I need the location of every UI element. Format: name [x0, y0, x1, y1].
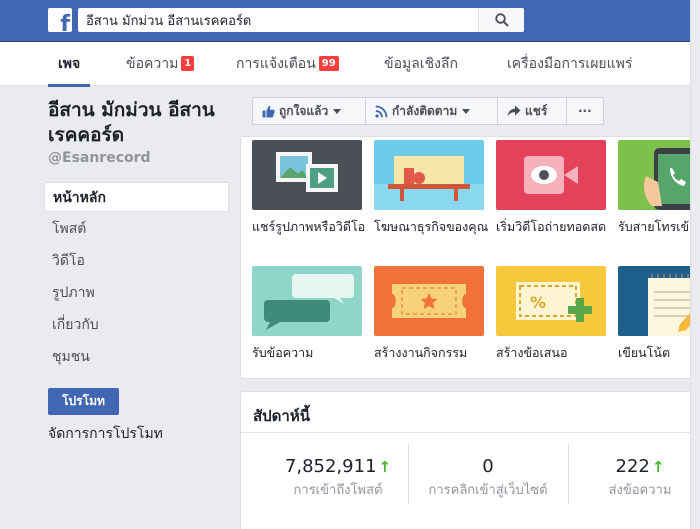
stat-label: การเข้าถึงโพสต์	[293, 483, 383, 498]
search-icon	[495, 13, 509, 27]
tab-notifications[interactable]: การแจ้งเตือน 99	[236, 42, 339, 86]
tab-label: เพจ	[58, 56, 81, 72]
manage-promotions-link[interactable]: จัดการการโปรโมท	[48, 423, 163, 445]
tab-label: เครื่องมือการเผยแพร่	[507, 56, 633, 72]
svg-text:%: %	[530, 293, 546, 312]
page-handle[interactable]: @Esanrecord	[48, 150, 151, 166]
tab-label: ข้อความ	[126, 56, 179, 72]
create-actions-panel: แชร์รูปภาพหรือวิดีโอ โฆษณาธุรกิจของคุณ เ…	[240, 136, 700, 379]
chevron-down-icon	[333, 108, 342, 114]
search-button[interactable]	[478, 8, 524, 32]
tile-label: สร้างข้อเสนอ	[496, 345, 568, 360]
top-bar: f	[0, 0, 700, 42]
following-label: กำลังติดตาม	[392, 103, 458, 118]
rss-follow-icon	[375, 105, 388, 118]
thumbs-up-icon	[262, 105, 275, 117]
page-title[interactable]: อีสาน มักม่วน อีสานเรคคอร์ด	[48, 98, 238, 148]
notifications-badge: 99	[318, 56, 339, 71]
sidebar-item-photos[interactable]: รูปภาพ	[44, 278, 229, 308]
tile-label: เขียนโน้ต	[618, 345, 671, 360]
tab-page[interactable]: เพจ	[47, 42, 91, 87]
chat-bubbles-icon	[252, 266, 362, 336]
sidebar-item-videos[interactable]: วิดีโอ	[44, 246, 229, 276]
share-label: แชร์	[525, 103, 548, 118]
sidebar-item-home[interactable]: หน้าหลัก	[44, 182, 229, 212]
page-nav: เพจ ข้อความ 1 การแจ้งเตือน 99 ข้อมูลเชิงลึ…	[0, 42, 700, 87]
photo-video-icon	[252, 140, 362, 210]
divider	[241, 432, 700, 433]
more-icon: ···	[578, 104, 592, 118]
tab-label: ข้อมูลเชิงลึก	[384, 56, 458, 72]
tile-label: เริ่มวิดีโอถ่ายทอดสด	[496, 219, 607, 234]
tab-messages[interactable]: ข้อความ 1	[126, 42, 195, 86]
facebook-logo-icon[interactable]: f	[48, 8, 72, 32]
storefront-icon	[374, 140, 484, 210]
stat-website-clicks[interactable]: 0 การคลิกเข้าสู่เว็บไซต์	[415, 456, 561, 500]
phone-call-icon	[618, 140, 700, 210]
share-button[interactable]: แชร์	[497, 97, 567, 125]
sidebar-item-posts[interactable]: โพสต์	[44, 214, 229, 244]
tile-label: โฆษณาธุรกิจของคุณ	[374, 219, 489, 234]
tile-label: รับข้อความ	[252, 345, 314, 360]
tab-publishing-tools[interactable]: เครื่องมือการเผยแพร่	[507, 42, 632, 86]
promote-button[interactable]: โปรโมท	[48, 388, 119, 415]
messages-badge: 1	[181, 56, 195, 71]
stat-label: ส่งข้อความ	[608, 483, 672, 498]
divider	[568, 444, 569, 504]
stat-label: การคลิกเข้าสู่เว็บไซต์	[428, 483, 548, 498]
tab-label: การแจ้งเตือน	[236, 56, 316, 72]
stat-value: 7,852,911	[284, 456, 377, 477]
arrow-up-icon: ↑	[378, 458, 392, 476]
tile-label: รับสายโทรเข้า	[618, 219, 697, 234]
weekly-title: สัปดาห์นี้	[253, 407, 310, 425]
tile-label: แชร์รูปภาพหรือวิดีโอ	[252, 219, 366, 234]
search-input[interactable]	[78, 8, 478, 32]
sidebar-item-about[interactable]: เกี่ยวกับ	[44, 310, 229, 340]
event-ticket-icon	[374, 266, 484, 336]
arrow-up-icon: ↑	[651, 458, 665, 476]
search-box	[78, 8, 524, 32]
tile-label: สร้างงานกิจกรรม	[374, 345, 468, 360]
sidebar-item-community[interactable]: ชุมชน	[44, 342, 229, 372]
stat-post-reach[interactable]: 7,852,911 ↑ การเข้าถึงโพสต์	[263, 456, 413, 500]
weekly-summary-panel: สัปดาห์นี้ 7,852,911 ↑ การเข้าถึงโพสต์ 0 …	[240, 391, 700, 529]
divider	[408, 444, 409, 504]
liked-label: ถูกใจแล้ว	[279, 103, 329, 118]
scrollbar[interactable]	[690, 0, 700, 529]
liked-button[interactable]: ถูกใจแล้ว	[252, 97, 366, 125]
tab-insights[interactable]: ข้อมูลเชิงลึก	[384, 42, 458, 86]
chevron-down-icon	[462, 108, 471, 114]
stat-value: 222	[615, 456, 650, 477]
stat-messages-sent[interactable]: 222 ↑ ส่งข้อความ	[575, 456, 700, 500]
share-arrow-icon	[507, 105, 521, 117]
offer-coupon-icon: %	[496, 266, 606, 336]
live-video-icon	[496, 140, 606, 210]
note-pencil-icon	[618, 266, 700, 336]
stat-value: 0	[482, 456, 494, 477]
more-options-button[interactable]: ···	[566, 97, 604, 125]
following-button[interactable]: กำลังติดตาม	[365, 97, 498, 125]
